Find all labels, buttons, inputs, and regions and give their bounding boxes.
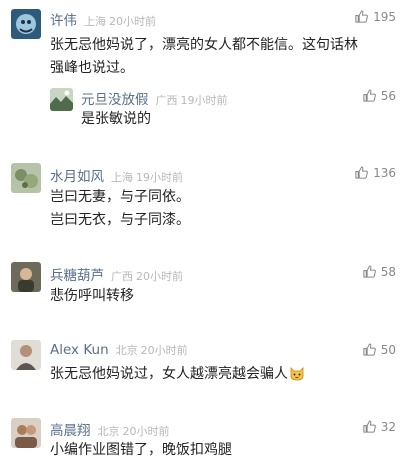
location-label: 上海 [111, 171, 133, 184]
thumbs-up-icon [363, 89, 376, 102]
comment-text: 悲伤呼叫转移 [50, 288, 134, 304]
like-button[interactable]: 195 [354, 9, 396, 24]
location-label: 北京 [97, 425, 120, 438]
reply-text: 是张敏说的 [81, 111, 151, 127]
like-button[interactable]: 58 [362, 264, 396, 279]
thumbs-up-icon [363, 420, 376, 433]
avatar[interactable] [50, 88, 73, 111]
like-count: 50 [380, 342, 396, 357]
like-button[interactable]: 56 [362, 88, 396, 103]
username[interactable]: Alex Kun [50, 342, 109, 358]
location-label: 上海 [84, 15, 106, 28]
like-count: 58 [380, 264, 396, 279]
username[interactable]: 水月如风 [50, 165, 104, 185]
username[interactable]: 高晨翔 [50, 419, 91, 439]
comment-item: 兵糖葫芦 广西 20小时前 58 悲伤呼叫转移 [0, 262, 412, 317]
like-count: 32 [380, 419, 396, 434]
comment-item: 高晨翔 北京 20小时前 32 小编作业图错了，晚饭扣鸡腿 [0, 418, 412, 464]
comment-text: 张无忌他妈说了，漂亮的女人都不能信。这句话林 强峰也说过。 [50, 37, 358, 76]
comment-item: 许伟 上海 20小时前 195 张无忌他妈说了，漂亮的女人都不能信。这句话林 强… [0, 0, 412, 150]
thumbs-up-icon [355, 10, 368, 23]
comment-text: 张无忌他妈说过，女人越漂亮越会骗人 [50, 363, 305, 386]
like-count: 195 [373, 9, 396, 24]
like-count: 136 [373, 165, 396, 180]
timestamp: 20小时前 [122, 425, 170, 438]
like-count: 56 [380, 88, 396, 103]
thumbs-up-icon [355, 166, 368, 179]
avatar[interactable] [11, 340, 41, 370]
like-button[interactable]: 50 [362, 342, 396, 357]
comment-text: 小编作业图错了，晚饭扣鸡腿 [50, 442, 232, 458]
avatar[interactable] [11, 9, 41, 39]
timestamp: 20小时前 [136, 270, 183, 283]
timestamp: 20小时前 [140, 344, 188, 357]
like-button[interactable]: 136 [354, 165, 396, 180]
comment-text: 岂曰无妻，与子同依。 岂曰无衣，与子同漆。 [50, 189, 190, 228]
username[interactable]: 许伟 [50, 9, 77, 29]
comment-item: 水月如风 上海 19小时前 136 岂曰无妻，与子同依。 岂曰无衣，与子同漆。 [0, 163, 412, 243]
avatar[interactable] [11, 418, 41, 448]
username[interactable]: 兵糖葫芦 [50, 264, 104, 284]
thumbs-up-icon [363, 265, 376, 278]
location-label: 广西 [155, 94, 178, 107]
reply-item: 元旦没放假 广西 19小时前 56 是张敏说的 [50, 86, 400, 136]
location-label: 北京 [115, 344, 138, 357]
avatar[interactable] [11, 262, 41, 292]
avatar[interactable] [11, 163, 41, 193]
location-label: 广西 [111, 270, 133, 283]
cat-face-emoji-icon [290, 367, 304, 381]
comment-item: Alex Kun 北京 20小时前 50 张无忌他妈说过，女人越漂亮越会骗人 [0, 340, 412, 395]
like-button[interactable]: 32 [362, 419, 396, 434]
timestamp: 19小时前 [180, 94, 228, 107]
username[interactable]: 元旦没放假 [81, 88, 149, 108]
timestamp: 19小时前 [136, 171, 183, 184]
thumbs-up-icon [363, 343, 376, 356]
timestamp: 20小时前 [109, 15, 156, 28]
